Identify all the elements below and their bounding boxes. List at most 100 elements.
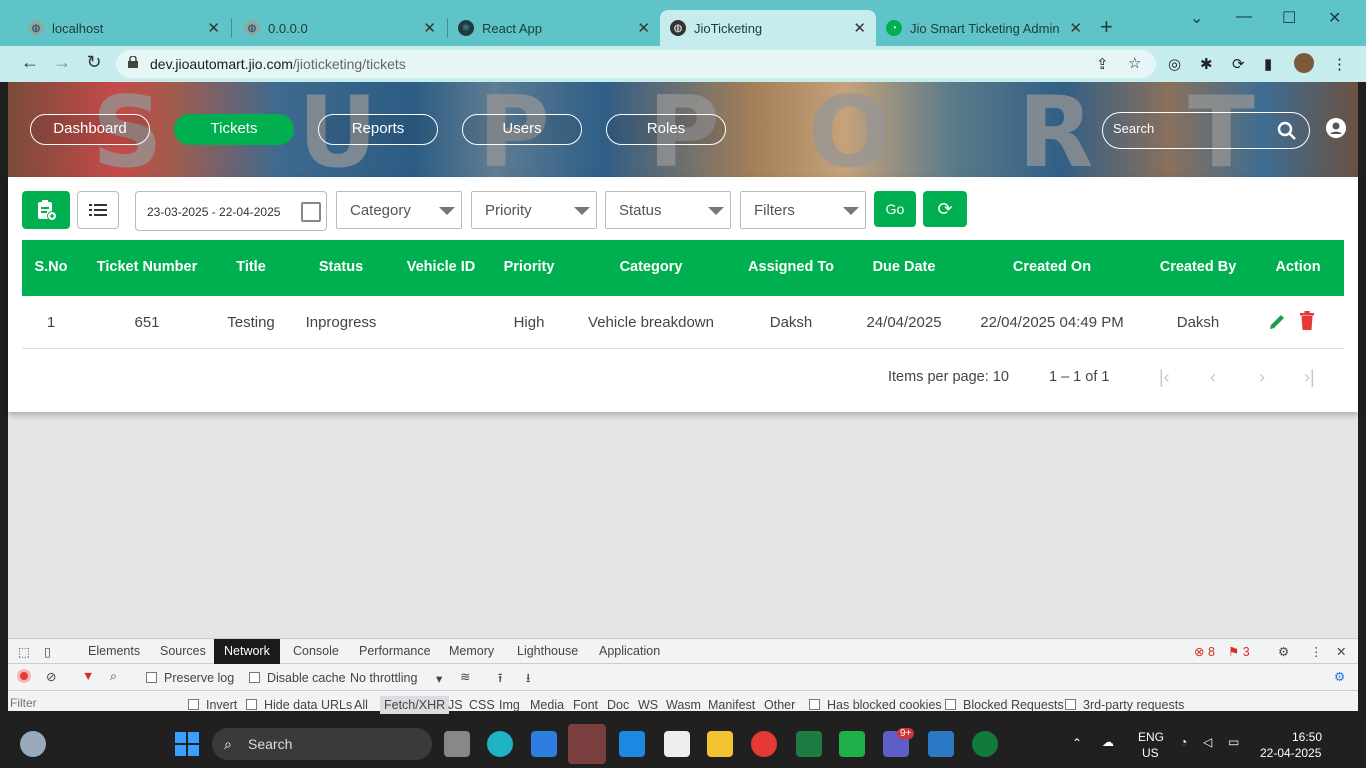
type-ws[interactable]: WS bbox=[638, 698, 658, 712]
chevron-down-icon[interactable]: ⌄ bbox=[1190, 8, 1203, 28]
tab-jio-admin[interactable]: ◔ Jio Smart Ticketing Admin ✕ bbox=[876, 10, 1092, 46]
tab-react-app[interactable]: ⚛ React App ✕ bbox=[430, 10, 660, 46]
settings-gear-icon[interactable]: ⚙ bbox=[1278, 644, 1289, 659]
back-arrow-icon[interactable]: ← bbox=[18, 52, 42, 73]
clear-icon[interactable]: ⊘ bbox=[46, 669, 56, 684]
blocked-cookies-checkbox[interactable] bbox=[809, 699, 820, 710]
devtools-tab-sources[interactable]: Sources bbox=[160, 644, 206, 658]
type-all[interactable]: All bbox=[354, 698, 368, 712]
clock-date[interactable]: 22-04-2025 bbox=[1260, 746, 1321, 760]
go-button[interactable]: Go bbox=[874, 191, 916, 227]
close-icon[interactable]: ✕ bbox=[637, 19, 650, 37]
type-js[interactable]: JS bbox=[448, 698, 463, 712]
clock-time[interactable]: 16:50 bbox=[1292, 730, 1322, 744]
devtools-tab-application[interactable]: Application bbox=[599, 644, 660, 658]
menu-kebab-icon[interactable]: ⋮ bbox=[1332, 55, 1347, 73]
filters-select[interactable]: Filters bbox=[740, 191, 866, 229]
calendar-icon[interactable] bbox=[301, 202, 321, 222]
sidebar-icon[interactable]: ▮ bbox=[1264, 55, 1272, 73]
network-conditions-icon[interactable]: ≋ bbox=[460, 669, 470, 684]
blocked-requests-checkbox[interactable] bbox=[945, 699, 956, 710]
chevron-up-icon[interactable]: ⌃ bbox=[1072, 736, 1082, 750]
taskbar-search[interactable]: ⌕ Search bbox=[212, 728, 432, 760]
type-wasm[interactable]: Wasm bbox=[666, 698, 701, 712]
type-doc[interactable]: Doc bbox=[607, 698, 629, 712]
close-devtools-icon[interactable]: ✕ bbox=[1336, 644, 1346, 659]
notepad-icon[interactable] bbox=[664, 731, 690, 757]
issues-count-badge[interactable]: ⚑ 3 bbox=[1228, 644, 1250, 659]
filter-icon[interactable]: ▼ bbox=[82, 669, 94, 683]
nav-users[interactable]: Users bbox=[462, 114, 582, 145]
window-close-icon[interactable]: ✕ bbox=[1328, 8, 1341, 28]
list-view-button[interactable] bbox=[77, 191, 119, 229]
store-icon[interactable] bbox=[531, 731, 557, 757]
type-css[interactable]: CSS bbox=[469, 698, 495, 712]
pycharm-icon[interactable] bbox=[839, 731, 865, 757]
minimize-icon[interactable]: — bbox=[1236, 8, 1252, 26]
reload-icon[interactable]: ↻ bbox=[82, 52, 106, 73]
volume-icon[interactable]: ◁ bbox=[1203, 735, 1212, 749]
type-font[interactable]: Font bbox=[573, 698, 598, 712]
first-page-icon[interactable]: |‹ bbox=[1159, 367, 1170, 388]
tab-jioticketing[interactable]: ◍ JioTicketing ✕ bbox=[660, 10, 876, 46]
export-har-icon[interactable]: ⭳ bbox=[526, 669, 530, 690]
mongodb-icon[interactable] bbox=[972, 731, 998, 757]
tab-0000[interactable]: ◍ 0.0.0.0 ✕ bbox=[216, 10, 446, 46]
status-select[interactable]: Status bbox=[605, 191, 731, 229]
new-tab-button[interactable]: + bbox=[1100, 14, 1113, 40]
hide-data-urls-checkbox[interactable] bbox=[246, 699, 257, 710]
outlook-icon[interactable] bbox=[568, 724, 606, 764]
network-settings-gear-icon[interactable]: ⚙ bbox=[1334, 669, 1345, 684]
search-input[interactable] bbox=[1113, 121, 1273, 136]
close-icon[interactable]: ✕ bbox=[1069, 19, 1082, 37]
more-kebab-icon[interactable]: ⋮ bbox=[1310, 644, 1323, 659]
type-manifest[interactable]: Manifest bbox=[708, 698, 755, 712]
throttling-select[interactable]: No throttling bbox=[350, 671, 417, 685]
preserve-log-checkbox[interactable] bbox=[146, 672, 157, 683]
address-bar[interactable]: dev.jioautomart.jio.com/jioticketing/tic… bbox=[116, 50, 1156, 78]
record-icon[interactable] bbox=[17, 669, 31, 683]
task-view-icon[interactable] bbox=[444, 731, 470, 757]
network-filter-input[interactable] bbox=[10, 695, 174, 711]
language-label[interactable]: ENG bbox=[1138, 730, 1164, 744]
type-other[interactable]: Other bbox=[764, 698, 795, 712]
import-har-icon[interactable]: ⭱ bbox=[498, 669, 502, 690]
nav-tickets[interactable]: Tickets bbox=[174, 114, 294, 145]
nav-dashboard[interactable]: Dashboard bbox=[30, 114, 150, 145]
delete-trash-icon[interactable] bbox=[1299, 311, 1315, 331]
search-icon[interactable] bbox=[1277, 121, 1297, 141]
onedrive-icon[interactable]: ☁ bbox=[1102, 735, 1114, 749]
invert-checkbox[interactable] bbox=[188, 699, 199, 710]
forward-arrow-icon[interactable]: → bbox=[50, 52, 74, 73]
devtools-tab-elements[interactable]: Elements bbox=[88, 644, 140, 658]
type-img[interactable]: Img bbox=[499, 698, 520, 712]
disable-cache-checkbox[interactable] bbox=[249, 672, 260, 683]
previous-page-icon[interactable]: ‹ bbox=[1210, 367, 1216, 388]
sync-icon[interactable]: ⟳ bbox=[1232, 55, 1245, 73]
edge-icon[interactable] bbox=[487, 731, 513, 757]
refresh-button[interactable]: ⟳ bbox=[923, 191, 967, 227]
add-ticket-button[interactable] bbox=[22, 191, 70, 229]
inspect-icon[interactable]: ⬚ bbox=[18, 644, 30, 659]
devtools-tab-lighthouse[interactable]: Lighthouse bbox=[517, 644, 578, 658]
nav-reports[interactable]: Reports bbox=[318, 114, 438, 145]
account-circle-icon[interactable] bbox=[1326, 118, 1346, 138]
vscode-icon[interactable] bbox=[619, 731, 645, 757]
type-fetch-xhr[interactable]: Fetch/XHR bbox=[380, 696, 450, 714]
edit-pencil-icon[interactable] bbox=[1267, 312, 1287, 332]
chevron-down-icon[interactable]: ▾ bbox=[436, 671, 442, 686]
extension-icon[interactable]: ◎ bbox=[1168, 55, 1181, 73]
chrome-icon[interactable] bbox=[751, 731, 777, 757]
weather-icon[interactable] bbox=[20, 731, 46, 757]
device-toolbar-icon[interactable]: ▯ bbox=[44, 644, 51, 659]
tab-localhost[interactable]: ◍ localhost ✕ bbox=[0, 10, 230, 46]
next-page-icon[interactable]: › bbox=[1259, 367, 1265, 388]
category-select[interactable]: Category bbox=[336, 191, 462, 229]
third-party-checkbox[interactable] bbox=[1065, 699, 1076, 710]
wifi-icon[interactable]: ◔ bbox=[1180, 735, 1187, 749]
devtools-tab-performance[interactable]: Performance bbox=[359, 644, 431, 658]
windows-start-icon[interactable] bbox=[174, 731, 200, 757]
puzzle-icon[interactable]: ✱ bbox=[1200, 55, 1213, 73]
battery-icon[interactable]: ▭ bbox=[1228, 735, 1239, 749]
type-media[interactable]: Media bbox=[530, 698, 564, 712]
